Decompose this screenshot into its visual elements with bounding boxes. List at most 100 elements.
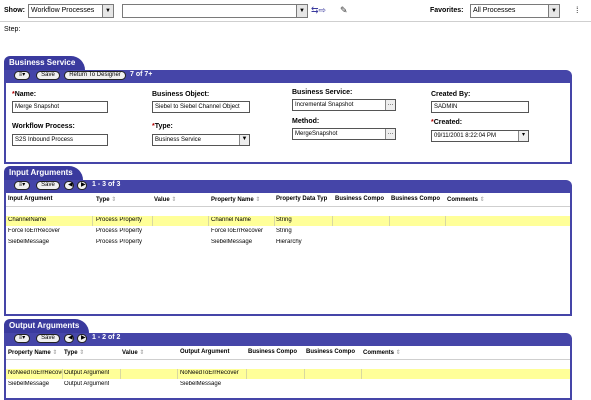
created-by-label: Created By:	[431, 91, 471, 98]
list-header: Property Name ⇕ Type ⇕ Value ⇕ Output Ar…	[6, 346, 570, 360]
type-label: *Type:	[152, 123, 173, 130]
column-header[interactable]: Property Name ⇕	[211, 196, 260, 203]
favorites-icon[interactable]: ⁞	[576, 5, 579, 17]
name-label: *Name:	[12, 91, 37, 98]
save-button[interactable]: Save	[36, 334, 60, 343]
table-cell: SiebelMessage	[8, 239, 50, 245]
created-label: *Created:	[431, 119, 463, 126]
toolbar: Show: Workflow Processes ▼ ▼ ⇆⇨ ✎ Favori…	[0, 0, 591, 22]
method-field-value: MergeSnapshot	[295, 131, 338, 137]
table-cell: ForceToErrRecover	[211, 228, 264, 234]
table-row[interactable]: NoNeedToErrRecover Output Argument NoNee…	[6, 369, 570, 379]
edit-icon[interactable]: ✎	[340, 5, 348, 17]
table-cell: String	[276, 217, 292, 223]
business-service-field[interactable]: Incremental Snapshot …	[292, 99, 396, 111]
output-arguments-tab[interactable]: Output Arguments	[4, 319, 90, 333]
sort-icon: ⇕	[139, 350, 145, 356]
show-dropdown-value: Workflow Processes	[31, 7, 95, 14]
input-arguments-toolbar: ≡▾ Save ◀ ▶ 1 - 3 of 3	[4, 180, 572, 191]
business-service-applet: Business Service ≡▾ Save Return To Desig…	[4, 56, 572, 164]
table-cell: Process Property	[96, 239, 143, 245]
created-field[interactable]: 09/11/2001 8:22:04 PM ▾	[431, 130, 529, 142]
calendar-icon[interactable]: ▾	[518, 131, 528, 141]
column-header[interactable]: Business Compo	[391, 196, 440, 202]
save-button[interactable]: Save	[36, 181, 60, 190]
column-header[interactable]: Comments ⇕	[363, 349, 401, 356]
return-to-designer-button[interactable]: Return To Designer	[64, 71, 126, 80]
business-service-field-value: Incremental Snapshot	[295, 102, 354, 108]
menu-button[interactable]: ≡▾	[14, 181, 30, 190]
show-dropdown[interactable]: Workflow Processes ▼	[28, 4, 114, 18]
next-record-icon[interactable]: ▶	[77, 181, 87, 190]
favorites-dropdown[interactable]: All Processes ▼	[470, 4, 560, 18]
previous-record-icon[interactable]: ◀	[64, 334, 74, 343]
business-object-field[interactable]: Siebel to Siebel Channel Object	[152, 101, 250, 113]
column-header[interactable]: Type ⇕	[64, 349, 84, 356]
column-header[interactable]: Business Compo	[306, 349, 355, 355]
method-field[interactable]: MergeSnapshot …	[292, 128, 396, 140]
table-row[interactable]: ChannelName Process Property Channel Nam…	[6, 216, 570, 226]
table-cell: SiebelMessage	[180, 381, 222, 387]
method-label: Method:	[292, 118, 320, 125]
input-arguments-tab[interactable]: Input Arguments	[4, 166, 83, 180]
sort-icon: ⇕	[79, 350, 85, 356]
back-forward-icon[interactable]: ⇆⇨	[311, 5, 326, 17]
previous-record-icon[interactable]: ◀	[64, 181, 74, 190]
table-cell: NoNeedToErrRecover	[8, 370, 62, 376]
column-header[interactable]: Type ⇕	[96, 196, 116, 203]
input-arguments-applet: Input Arguments ≡▾ Save ◀ ▶ 1 - 3 of 3 I…	[4, 166, 572, 316]
business-service-label: Business Service:	[292, 89, 353, 96]
table-cell: Channel Name	[211, 217, 252, 223]
chevron-down-icon: ▼	[548, 5, 559, 17]
table-row[interactable]: SiebelMessage Process Property SiebelMes…	[6, 238, 570, 248]
step-label: Step:	[4, 26, 21, 33]
table-row[interactable]: SiebelMessage Output Argument SiebelMess…	[6, 380, 570, 390]
column-header[interactable]: Output Argument	[180, 349, 229, 355]
column-header[interactable]: Value ⇕	[154, 196, 176, 203]
search-input[interactable]: ▼	[122, 4, 308, 18]
sort-icon: ⇕	[255, 197, 261, 203]
favorites-label: Favorites:	[430, 7, 464, 14]
business-service-tab[interactable]: Business Service	[4, 56, 86, 70]
output-arguments-list: Property Name ⇕ Type ⇕ Value ⇕ Output Ar…	[4, 344, 572, 400]
column-header[interactable]: Business Compo	[335, 196, 384, 202]
created-by-field: SADMIN	[431, 101, 529, 113]
table-cell: SiebelMessage	[8, 381, 50, 387]
sort-icon: ⇕	[52, 350, 58, 356]
sort-icon: ⇕	[395, 350, 401, 356]
column-header[interactable]: Business Compo	[248, 349, 297, 355]
business-service-toolbar: ≡▾ Save Return To Designer 7 of 7+	[4, 70, 572, 81]
list-header: Input Argument Type ⇕ Value ⇕ Property N…	[6, 193, 570, 207]
column-header[interactable]: Value ⇕	[122, 349, 144, 356]
table-cell: ForceToErrRecover	[8, 228, 61, 234]
table-cell: NoNeedToErrRecover	[180, 370, 239, 376]
table-row[interactable]: ForceToErrRecover Process Property Force…	[6, 227, 570, 237]
favorites-dropdown-value: All Processes	[473, 7, 516, 14]
table-cell: ChannelName	[8, 217, 47, 223]
menu-button[interactable]: ≡▾	[14, 71, 30, 80]
record-count: 1 - 3 of 3	[92, 181, 121, 188]
table-cell: Output Argument	[64, 370, 110, 376]
column-header[interactable]: Input Argument	[8, 196, 52, 202]
column-header[interactable]: Property Data Typ	[276, 196, 327, 202]
save-button[interactable]: Save	[36, 71, 60, 80]
next-record-icon[interactable]: ▶	[77, 334, 87, 343]
type-dropdown-value: Business Service	[155, 137, 202, 143]
table-cell: Process Property	[96, 228, 143, 234]
picker-icon[interactable]: …	[385, 100, 395, 110]
workflow-process-field[interactable]: S2S Inbound Process	[12, 134, 108, 146]
chevron-down-icon: ▼	[239, 135, 249, 145]
picker-icon[interactable]: …	[385, 129, 395, 139]
sort-icon: ⇕	[171, 197, 177, 203]
sort-icon: ⇕	[479, 197, 485, 203]
column-header[interactable]: Comments ⇕	[447, 196, 485, 203]
name-field[interactable]: Merge Snapshot	[12, 101, 108, 113]
column-header[interactable]: Property Name ⇕	[8, 349, 57, 356]
chevron-down-icon: ▼	[102, 5, 113, 17]
table-cell: Hierarchy	[276, 239, 302, 245]
business-object-label: Business Object:	[152, 91, 210, 98]
menu-button[interactable]: ≡▾	[14, 334, 30, 343]
type-dropdown[interactable]: Business Service ▼	[152, 134, 250, 146]
chevron-down-icon: ▼	[296, 5, 307, 17]
output-arguments-toolbar: ≡▾ Save ◀ ▶ 1 - 2 of 2	[4, 333, 572, 344]
